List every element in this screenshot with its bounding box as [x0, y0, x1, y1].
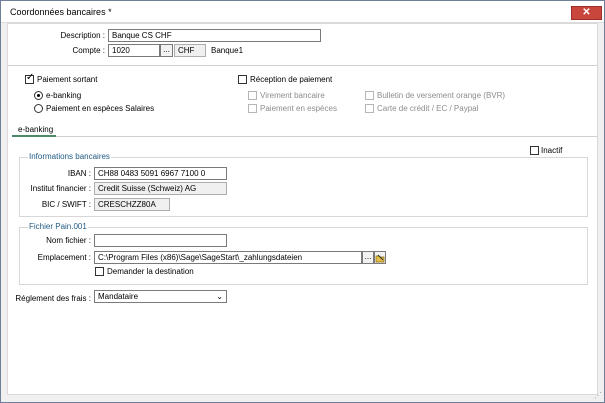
- radio-dot-icon: [37, 94, 40, 97]
- location-input[interactable]: C:\Program Files (x86)\Sage\SageStart\_z…: [94, 251, 362, 264]
- orange-slip-checkbox[interactable]: [365, 91, 374, 100]
- credit-card-checkbox[interactable]: [365, 104, 374, 113]
- title-bar[interactable]: Coordonnées bancaires * ✕: [1, 1, 604, 23]
- cash-payment-checkbox[interactable]: [248, 104, 257, 113]
- close-icon: ✕: [582, 7, 591, 18]
- tab-ebanking[interactable]: e-banking: [18, 125, 53, 134]
- inactive-checkbox[interactable]: [530, 146, 539, 155]
- ebanking-label: e-banking: [46, 91, 82, 100]
- fees-select[interactable]: Mandataire ⌄: [94, 290, 227, 303]
- dialog-window: Coordonnées bancaires * ✕ Description : …: [0, 0, 605, 403]
- orange-slip-label: Bulletin de versement orange (BVR): [377, 91, 506, 100]
- account-name: Banque1: [211, 46, 244, 55]
- account-input[interactable]: 1020: [108, 44, 160, 57]
- ask-destination-checkbox[interactable]: [95, 267, 104, 276]
- chevron-down-icon: ⌄: [216, 292, 223, 301]
- description-input[interactable]: Banque CS CHF: [108, 29, 321, 42]
- iban-input[interactable]: CH88 0483 5091 6967 7100 0: [94, 167, 227, 180]
- folder-icon: [375, 254, 385, 263]
- close-button[interactable]: ✕: [571, 6, 602, 20]
- folder-button[interactable]: [374, 251, 386, 264]
- account-label: Compte :: [72, 46, 105, 55]
- cash-payment-label: Paiement en espèces: [260, 104, 337, 113]
- fees-value: Mandataire: [98, 292, 139, 301]
- pain-file-title: Fichier Pain.001: [28, 222, 88, 231]
- location-browse-button[interactable]: ...: [362, 251, 374, 264]
- credit-card-label: Carte de crédit / EC / Paypal: [377, 104, 479, 113]
- bank-transfer-checkbox[interactable]: [248, 91, 257, 100]
- iban-label: IBAN :: [67, 169, 91, 178]
- outgoing-payment-checkbox[interactable]: ✓: [25, 72, 35, 84]
- inactive-label: Inactif: [541, 146, 563, 155]
- cash-salary-label: Paiement en espèces Salaires: [46, 104, 155, 113]
- outgoing-payment-label: Paiement sortant: [37, 75, 98, 84]
- checkmark-icon: ✓: [26, 72, 35, 83]
- tab-active-indicator: [12, 135, 56, 137]
- bic-label: BIC / SWIFT :: [41, 200, 91, 209]
- location-label: Emplacement :: [37, 253, 91, 262]
- filename-label: Nom fichier :: [46, 236, 91, 245]
- bank-info-title: Informations bancaires: [28, 152, 111, 161]
- filename-input[interactable]: [94, 234, 227, 247]
- ebanking-radio[interactable]: [34, 91, 43, 100]
- fees-label: Réglement des frais :: [15, 294, 91, 303]
- tab-separator: [56, 136, 597, 137]
- bic-field: CRESCHZZ80A: [94, 198, 170, 211]
- ask-destination-label: Demander la destination: [107, 267, 194, 276]
- cash-salary-radio[interactable]: [34, 104, 43, 113]
- form-panel: Description : Banque CS CHF Compte : 102…: [7, 23, 598, 395]
- institution-label: Institut financier :: [30, 184, 91, 193]
- window-title: Coordonnées bancaires *: [10, 7, 112, 17]
- bank-transfer-label: Virement bancaire: [260, 91, 325, 100]
- account-browse-button[interactable]: ...: [160, 44, 173, 57]
- incoming-payment-label: Réception de paiement: [250, 75, 333, 84]
- incoming-payment-checkbox[interactable]: [238, 75, 247, 84]
- description-label: Description :: [60, 31, 105, 40]
- currency-field: CHF: [174, 44, 206, 57]
- resize-grip-icon[interactable]: ⋰: [594, 391, 602, 400]
- institution-field: Credit Suisse (Schweiz) AG: [94, 182, 227, 195]
- separator: [8, 65, 597, 66]
